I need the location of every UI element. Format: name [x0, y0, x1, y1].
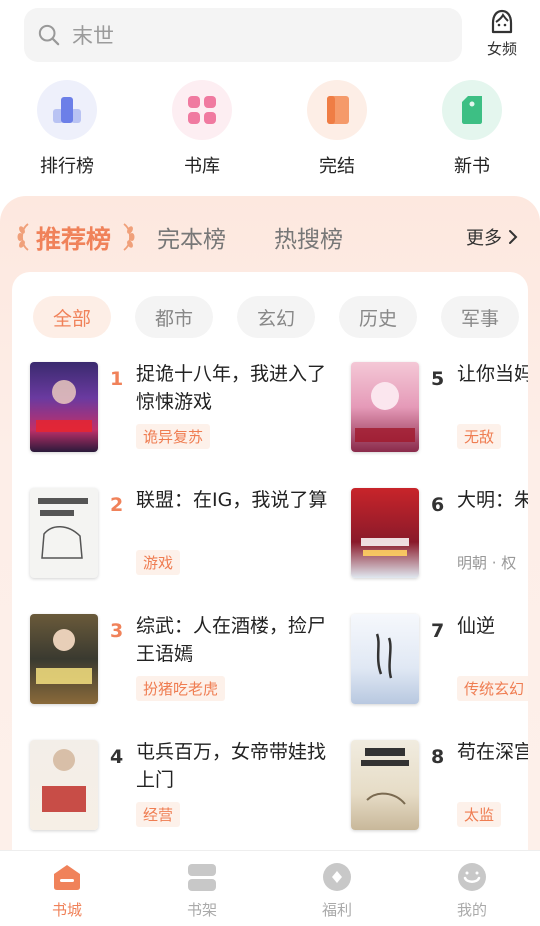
quick-nav-label: 排行榜: [40, 156, 94, 177]
more-button[interactable]: 更多: [466, 224, 518, 250]
book-cover: [351, 362, 419, 452]
female-channel-icon: [491, 9, 513, 34]
rank-number: 3: [110, 620, 124, 642]
book-cover: [30, 488, 98, 578]
search-placeholder: 末世: [72, 24, 114, 48]
bookstore-icon: [54, 865, 80, 890]
book-tag: 传统玄幻: [457, 676, 528, 701]
nav-profile[interactable]: 我的: [432, 861, 512, 920]
book-tag: 游戏: [136, 550, 181, 575]
finished-book-icon: [327, 96, 349, 124]
welfare-icon: [323, 863, 351, 891]
tab-finished[interactable]: 完本榜: [157, 220, 226, 254]
book-item[interactable]: 2 联盟：在IG，我说了算 游戏: [30, 488, 350, 584]
ranking-icon: [53, 97, 81, 123]
book-item[interactable]: 3 综武：人在酒楼，捡尸王语嫣 扮猪吃老虎: [30, 614, 350, 710]
book-title: 大明：朱元璋: [457, 489, 528, 511]
chevron-right-icon: [509, 230, 518, 244]
category-chip-urban[interactable]: 都市: [135, 296, 213, 338]
quick-nav-label: 完结: [319, 156, 355, 177]
book-title: 苟在深宫: [457, 741, 528, 763]
book-title: 让你当妈，养一群: [457, 363, 528, 385]
book-cover: [30, 614, 98, 704]
rank-number: 6: [431, 494, 445, 516]
book-item[interactable]: 4 屯兵百万，女帝带娃找上门 经营: [30, 740, 350, 836]
rank-number: 1: [110, 368, 124, 390]
quick-nav-ranking[interactable]: 排行榜: [17, 80, 117, 178]
book-cover: [30, 740, 98, 830]
book-title: 联盟：在IG，我说了算: [136, 489, 328, 511]
book-item[interactable]: 1 捉诡十八年，我进入了惊悚游戏 诡异复苏: [30, 362, 350, 458]
book-item[interactable]: 7 仙逆 传统玄幻: [351, 614, 528, 710]
book-tag: 明朝 · 权: [457, 554, 517, 572]
more-label: 更多: [466, 228, 502, 249]
book-item[interactable]: 6 大明：朱元璋 明朝 · 权: [351, 488, 528, 584]
new-book-tag-icon: [462, 96, 482, 124]
rank-number: 4: [110, 746, 124, 768]
category-chip-fantasy[interactable]: 玄幻: [237, 296, 315, 338]
quick-nav: 排行榜 书库 完结 新书: [0, 80, 540, 180]
quick-nav-new[interactable]: 新书: [422, 80, 522, 178]
book-title: 综武：人在酒楼，捡尸王语嫣: [136, 615, 327, 665]
rank-number: 7: [431, 620, 445, 642]
nav-bookstore[interactable]: 书城: [27, 861, 107, 920]
book-title: 屯兵百万，女帝带娃找上门: [136, 741, 327, 791]
category-chip-all[interactable]: 全部: [33, 296, 111, 338]
laurel-left-icon: [17, 223, 29, 251]
nav-label: 书城: [51, 901, 82, 919]
book-cover: [351, 740, 419, 830]
rank-number: 5: [431, 368, 445, 390]
book-item[interactable]: 5 让你当妈，养一群 无敌: [351, 362, 528, 458]
library-icon: [188, 96, 216, 124]
search-icon: [38, 24, 60, 46]
book-tag: 太监: [457, 802, 502, 827]
nav-bookshelf[interactable]: 书架: [162, 861, 242, 920]
book-item[interactable]: 8 苟在深宫 太监: [351, 740, 528, 836]
search-input[interactable]: 末世: [24, 8, 462, 62]
quick-nav-finished[interactable]: 完结: [287, 80, 387, 178]
bottom-nav: 书城 书架 福利 我的: [0, 850, 540, 926]
ranking-panel: 推荐榜 完本榜 热搜榜 更多 全部 都市 玄幻 历史 军事 1 捉诡十八年，我进…: [0, 196, 540, 872]
category-chip-history[interactable]: 历史: [339, 296, 417, 338]
nav-label: 福利: [321, 901, 352, 919]
nav-label: 书架: [186, 901, 217, 919]
bookshelf-icon: [188, 864, 216, 891]
category-chip-military[interactable]: 军事: [441, 296, 519, 338]
nav-welfare[interactable]: 福利: [297, 861, 377, 920]
gender-label: 女频: [486, 40, 517, 58]
quick-nav-library[interactable]: 书库: [152, 80, 252, 178]
book-title: 捉诡十八年，我进入了惊悚游戏: [136, 363, 327, 413]
book-tag: 经营: [136, 802, 181, 827]
book-cover: [351, 488, 419, 578]
book-tag: 无敌: [457, 424, 502, 449]
profile-icon: [458, 863, 486, 891]
quick-nav-label: 新书: [454, 156, 490, 177]
book-tag: 诡异复苏: [136, 424, 211, 449]
laurel-right-icon: [123, 223, 135, 251]
rank-number: 8: [431, 746, 445, 768]
book-cover: [351, 614, 419, 704]
book-tag: 扮猪吃老虎: [136, 676, 226, 701]
quick-nav-label: 书库: [184, 156, 220, 177]
ranking-card: 全部 都市 玄幻 历史 军事 1 捉诡十八年，我进入了惊悚游戏 诡异复苏 2 联…: [12, 272, 528, 872]
tab-hot-search[interactable]: 热搜榜: [274, 220, 343, 254]
tab-recommend[interactable]: 推荐榜: [36, 220, 111, 256]
rank-number: 2: [110, 494, 124, 516]
nav-label: 我的: [456, 901, 487, 919]
book-cover: [30, 362, 98, 452]
gender-toggle-button[interactable]: 女频: [478, 8, 526, 64]
book-title: 仙逆: [457, 615, 496, 637]
